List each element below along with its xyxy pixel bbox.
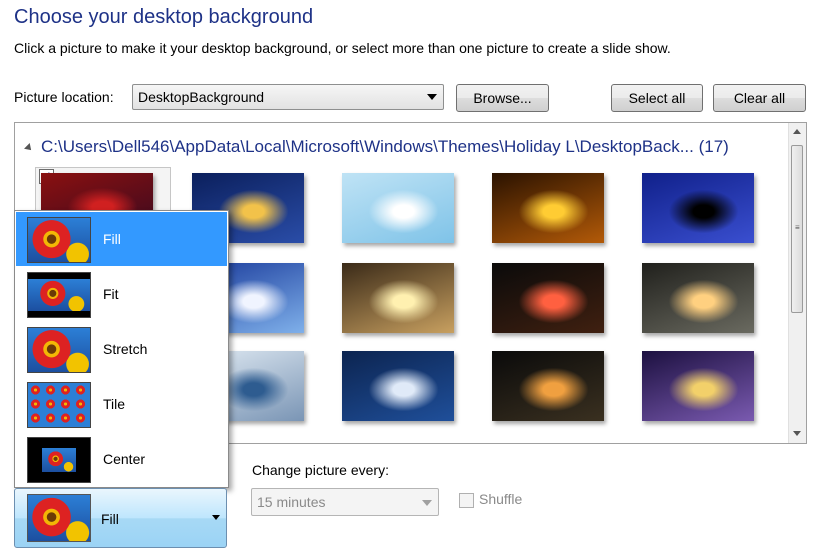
thumbnail-palm-trees-lights[interactable]: [642, 173, 754, 243]
chevron-down-icon: [422, 500, 432, 506]
thumbnail-snowflakes-blue[interactable]: [342, 173, 454, 243]
thumbnail-string-lights[interactable]: [492, 263, 604, 333]
thumbnail-candle-wreath[interactable]: [642, 263, 754, 333]
clear-all-button[interactable]: Clear all: [713, 84, 806, 112]
scroll-up-icon[interactable]: [793, 129, 801, 134]
scroll-down-icon[interactable]: [793, 431, 801, 436]
page-description: Click a picture to make it your desktop …: [14, 40, 671, 56]
menu-item-fit[interactable]: Fit: [16, 267, 227, 321]
grip-icon: ≡: [795, 223, 800, 232]
picture-location-value: DesktopBackground: [138, 89, 265, 105]
menu-item-stretch[interactable]: Stretch: [16, 322, 227, 376]
browse-button[interactable]: Browse...: [456, 84, 549, 112]
fill-icon: [27, 217, 91, 263]
thumbnail-golden-lanterns[interactable]: [492, 173, 604, 243]
picture-location-label: Picture location:: [14, 89, 114, 105]
picture-position-value: Fill: [101, 511, 119, 527]
collapse-arrow-icon[interactable]: [24, 142, 34, 153]
thumbnail-desert-cactus-lights[interactable]: [642, 351, 754, 421]
interval-value: 15 minutes: [257, 494, 326, 510]
chevron-down-icon: [427, 94, 437, 100]
center-icon: [27, 437, 91, 483]
picture-position-menu[interactable]: Fill Fit Stretch Tile Center: [14, 210, 229, 488]
page-title: Choose your desktop background: [14, 6, 314, 28]
scroll-thumb[interactable]: ≡: [791, 145, 803, 313]
menu-item-label: Fill: [103, 231, 121, 247]
chevron-down-icon: [212, 515, 220, 520]
menu-item-center[interactable]: Center: [16, 432, 227, 486]
stretch-icon: [27, 327, 91, 373]
thumbnail-candles-ornaments[interactable]: [342, 263, 454, 333]
shuffle-label: Shuffle: [479, 491, 523, 507]
fill-icon: [27, 494, 91, 542]
fit-icon: [27, 272, 91, 318]
tile-icon: [27, 382, 91, 428]
menu-item-label: Fit: [103, 286, 119, 302]
menu-item-label: Stretch: [103, 341, 148, 357]
shuffle-checkbox[interactable]: [459, 493, 474, 508]
thumbnail-snowy-river[interactable]: [342, 351, 454, 421]
select-all-button[interactable]: Select all: [611, 84, 703, 112]
group-header[interactable]: C:\Users\Dell546\AppData\Local\Microsoft…: [24, 137, 729, 157]
change-interval-dropdown[interactable]: 15 minutes: [251, 488, 439, 516]
menu-item-label: Center: [103, 451, 146, 467]
vertical-scrollbar[interactable]: ≡: [788, 123, 806, 443]
thumbnail-frosted-window[interactable]: [492, 351, 604, 421]
picture-position-dropdown[interactable]: Fill: [14, 488, 227, 548]
picture-location-dropdown[interactable]: DesktopBackground: [132, 84, 444, 110]
menu-item-label: Tile: [103, 396, 126, 412]
menu-item-tile[interactable]: Tile: [16, 377, 227, 431]
change-picture-label: Change picture every:: [252, 462, 389, 478]
menu-item-fill[interactable]: Fill: [16, 212, 227, 266]
group-title: C:\Users\Dell546\AppData\Local\Microsoft…: [41, 137, 729, 156]
